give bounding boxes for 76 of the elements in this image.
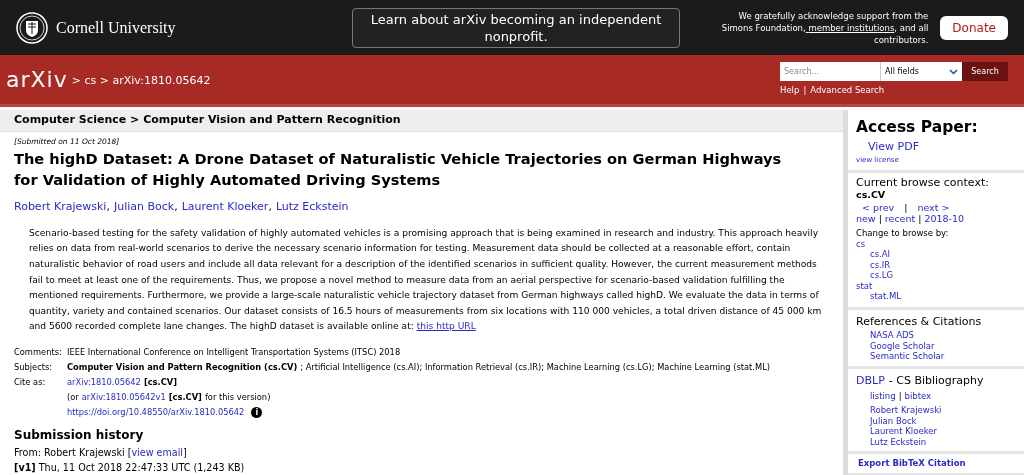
category-link[interactable]: cs.LG bbox=[870, 270, 1016, 281]
info-icon[interactable]: i bbox=[251, 406, 263, 418]
author-link[interactable]: Lutz Eckstein bbox=[275, 199, 349, 216]
donate-button[interactable]: Donate bbox=[940, 15, 1008, 40]
separator: | bbox=[878, 212, 882, 224]
dblp-author-link[interactable]: Lutz Eckstein bbox=[870, 436, 1016, 447]
sidebar-heading: - CS Bibliography bbox=[888, 372, 984, 389]
breadcrumb: > cs > arXiv:1810.05642 bbox=[71, 73, 211, 90]
search-field[interactable]: Search... bbox=[780, 62, 880, 82]
header-link[interactable]: Advanced Search bbox=[810, 84, 885, 97]
dblp-tool-link[interactable]: listing bbox=[870, 390, 896, 403]
category-link[interactable]: cs bbox=[856, 238, 1016, 250]
separator: | bbox=[898, 390, 902, 403]
header-link[interactable]: Help bbox=[780, 84, 800, 97]
search-button[interactable]: Search bbox=[962, 62, 1008, 82]
category-link[interactable]: cs.IR bbox=[870, 259, 1016, 271]
metadata-label: Subjects: bbox=[14, 360, 54, 374]
from-text: From: Robert Krajewski bbox=[14, 445, 125, 460]
dblp-author-link[interactable]: Laurent Kloeker bbox=[870, 426, 1016, 437]
bracket: ] bbox=[183, 445, 187, 460]
separator: | bbox=[904, 201, 908, 213]
bracket: [ bbox=[127, 445, 132, 460]
dblp-link[interactable]: DBLP bbox=[856, 372, 885, 390]
link[interactable]: arXiv:1810.05642 bbox=[67, 374, 141, 390]
arxiv-logo[interactable]: arXiv bbox=[6, 63, 68, 96]
dblp-tool-link[interactable]: bibtex bbox=[904, 390, 932, 403]
version-entry: [v1] Thu, 11 Oct 2018 22:47:33 UTC (1,243 KB) bbox=[14, 460, 246, 475]
link[interactable]: https://doi.org/10.48550/arXiv.1810.05642 bbox=[67, 404, 245, 420]
university-seal-icon bbox=[16, 11, 48, 44]
separator: | bbox=[918, 212, 922, 224]
category-label: [cs.CV] bbox=[143, 375, 177, 389]
support-text: We gratefully acknowledge support from the Simons Foundation, member institutions, and all contributors. bbox=[720, 9, 929, 46]
view-email-link[interactable]: view email bbox=[131, 444, 183, 460]
paper-title: The highD Dataset: A Drone Dataset of Naturalistic Vehicle Trajectories on German Highways for Validation of Highly Automated Driving Systems bbox=[14, 149, 783, 191]
comma: , bbox=[268, 199, 272, 216]
category-link[interactable]: cs.AI bbox=[870, 249, 1016, 260]
sidebar-heading: Access Paper: bbox=[856, 117, 979, 138]
chevron-down-icon bbox=[949, 68, 958, 75]
dblp-author-link[interactable]: Julian Bock bbox=[870, 415, 1016, 426]
metadata-label: Comments: bbox=[14, 345, 63, 359]
abstract: Scenario-based testing for the safety validation of highly automated vehicles is a promising approach that is being examined in research and industry. This approach heavily relies on data from real-world scenarios to derive the necessary scenario information for testing. Measurement data should be collected at a reasonable effort, contain naturalistic behavior of road users and include all data relevant for a description of the identified scenarios in sufficient quality. However, the current measurement methods fail to meet at least one of the requirements. Thus, we propose a novel method to measure data from an aerial perspective for scenario-based validation fulfilling the mentioned requirements. Furthermore, we provide a large-scale naturalistic vehicle trajectory dataset from German highways called highD. We evaluate the data in terms of quantity, variety and contained scenarios. Our dataset consists of 16.5 hours of measurements from six locations with 110 000 vehicles, a total driven distance of 45 000 km and 5600 recorded complete lane changes. The highD dataset is available online at: this http URL bbox=[28, 226, 823, 334]
announcement-banner[interactable]: Learn about arXiv becoming an independent nonprofit. bbox=[352, 7, 680, 48]
browse-link[interactable]: recent bbox=[884, 212, 916, 224]
category-link[interactable]: stat bbox=[856, 280, 1016, 292]
author-link[interactable]: Laurent Kloeker bbox=[181, 199, 269, 216]
http-url-link[interactable]: this http URL bbox=[416, 321, 476, 332]
category-label: Computer Vision and Pattern Recognition (cs.CV) bbox=[67, 360, 298, 374]
category-link[interactable]: stat.ML bbox=[870, 291, 1016, 302]
category-label: [cs.CV] bbox=[168, 390, 202, 404]
meta-text: for this version) bbox=[204, 390, 271, 404]
section-heading: Submission history bbox=[14, 426, 145, 444]
browse-link[interactable]: 2018-10 bbox=[924, 212, 965, 224]
field-select[interactable]: All fields bbox=[880, 62, 962, 82]
dblp-author-link[interactable]: Robert Krajewski bbox=[870, 405, 1016, 416]
sidebar-heading: References & Citations bbox=[856, 313, 983, 330]
comma: , bbox=[106, 199, 110, 216]
comma: , bbox=[174, 199, 178, 216]
change-browse-label: Change to browse by: bbox=[856, 227, 950, 239]
category-path: Computer Science > Computer Vision and Pattern Recognition bbox=[0, 110, 843, 132]
citation-link[interactable]: Semantic Scholar bbox=[870, 351, 1016, 362]
link[interactable]: arXiv:1810.05642v1 bbox=[81, 389, 166, 405]
sidebar-heading: Current browse context: bbox=[856, 175, 990, 189]
view-pdf-link[interactable]: View PDF bbox=[868, 139, 1016, 156]
citation-link[interactable]: NASA ADS bbox=[870, 330, 1016, 341]
export-citation-link[interactable]: Export BibTeX Citation bbox=[858, 458, 966, 468]
meta-text: (or bbox=[67, 390, 79, 404]
meta-text: IEEE International Conference on Intelligent Transportation Systems (ITSC) 2018 bbox=[67, 345, 401, 359]
next-link[interactable]: next > bbox=[917, 201, 950, 213]
separator: | bbox=[803, 84, 807, 97]
citation-link[interactable]: Google Scholar bbox=[870, 340, 1016, 352]
metadata-label: Cite as: bbox=[14, 375, 47, 389]
browse-link[interactable]: new bbox=[856, 212, 876, 224]
meta-text: ; Artificial Intelligence (cs.AI); Information Retrieval (cs.IR); Machine Learning (cs.LG); Machine Learning (stat.ML) bbox=[300, 360, 771, 374]
prev-link[interactable]: < prev bbox=[862, 201, 895, 213]
university-name[interactable]: Cornell University bbox=[56, 15, 176, 40]
browse-context: cs.CV bbox=[856, 188, 887, 200]
